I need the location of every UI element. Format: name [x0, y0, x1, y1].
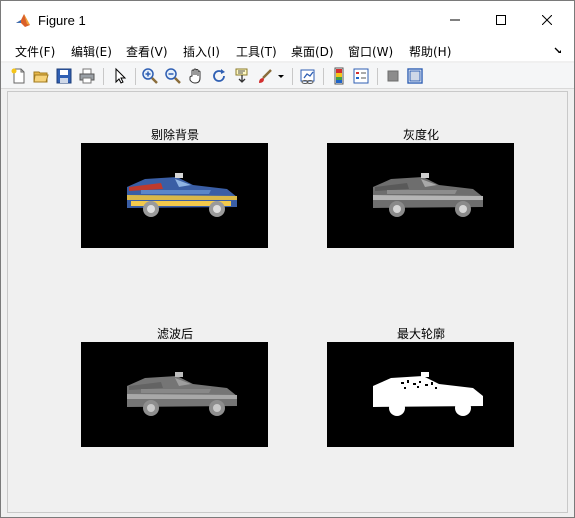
figure-canvas: 剔除背景 灰度化 滤波后 最大轮廓 [7, 91, 568, 513]
open-file-icon[interactable] [32, 67, 50, 85]
data-cursor-icon[interactable] [233, 67, 251, 85]
menu-view[interactable]: 查看(V) [126, 43, 168, 60]
brush-icon[interactable] [256, 67, 274, 85]
save-icon[interactable] [55, 67, 73, 85]
subplot-image-grayscale [327, 143, 514, 248]
minimize-icon [450, 19, 460, 21]
pan-hand-icon[interactable] [187, 67, 205, 85]
menu-tools[interactable]: 工具(T) [236, 43, 277, 60]
select-arrow-icon[interactable] [111, 67, 129, 85]
hide-plot-tools-icon[interactable] [384, 67, 402, 85]
menu-bar: 文件(F) 编辑(E) 查看(V) 插入(I) 工具(T) 桌面(D) 窗口(W… [1, 39, 574, 61]
menu-file[interactable]: 文件(F) [15, 43, 55, 60]
print-icon[interactable] [78, 67, 96, 85]
subplot-image-color [81, 143, 268, 248]
minimize-button[interactable] [432, 1, 478, 39]
menu-desktop[interactable]: 桌面(D) [291, 43, 334, 60]
maximize-button[interactable] [478, 1, 524, 39]
figure-window: Figure 1 文件(F) 编辑(E) 查看(V) 插入(I) 工具(T) 桌… [0, 0, 575, 518]
toolbar-separator [377, 68, 378, 85]
car-image [127, 372, 237, 416]
window-title: Figure 1 [38, 13, 86, 28]
close-icon [542, 15, 552, 25]
link-plot-icon[interactable] [299, 67, 317, 85]
zoom-in-icon[interactable] [141, 67, 159, 85]
car-image [373, 173, 483, 217]
menu-help[interactable]: 帮助(H) [409, 43, 451, 60]
menu-overflow-arrow-icon[interactable] [553, 44, 563, 54]
car-image [373, 372, 483, 416]
toolbar-separator [323, 68, 324, 85]
maximize-icon [496, 15, 506, 25]
subplot-title: 剔除背景 [150, 128, 199, 142]
colorbar-icon[interactable] [330, 67, 348, 85]
rotate-3d-icon[interactable] [210, 67, 228, 85]
toolbar-separator [292, 68, 293, 85]
car-image [127, 173, 237, 217]
menu-insert[interactable]: 插入(I) [183, 43, 220, 60]
menu-window[interactable]: 窗口(W) [348, 43, 393, 60]
new-figure-icon[interactable] [10, 67, 28, 85]
zoom-out-icon[interactable] [164, 67, 182, 85]
subplot-title: 滤波后 [156, 327, 193, 341]
legend-icon[interactable] [352, 67, 370, 85]
subplot-image-contour [327, 342, 514, 447]
subplot-image-filtered [81, 342, 268, 447]
show-plot-tools-icon[interactable] [406, 67, 424, 85]
brush-dropdown-icon[interactable] [276, 67, 286, 85]
toolbar-separator [135, 68, 136, 85]
figure-toolbar [1, 63, 574, 89]
close-button[interactable] [524, 1, 570, 39]
subplot-title: 最大轮廓 [396, 327, 445, 341]
subplot-title: 灰度化 [402, 128, 439, 142]
matlab-icon [16, 14, 30, 27]
toolbar-separator [103, 68, 104, 85]
title-bar[interactable]: Figure 1 [1, 1, 574, 39]
menu-edit[interactable]: 编辑(E) [71, 43, 112, 60]
